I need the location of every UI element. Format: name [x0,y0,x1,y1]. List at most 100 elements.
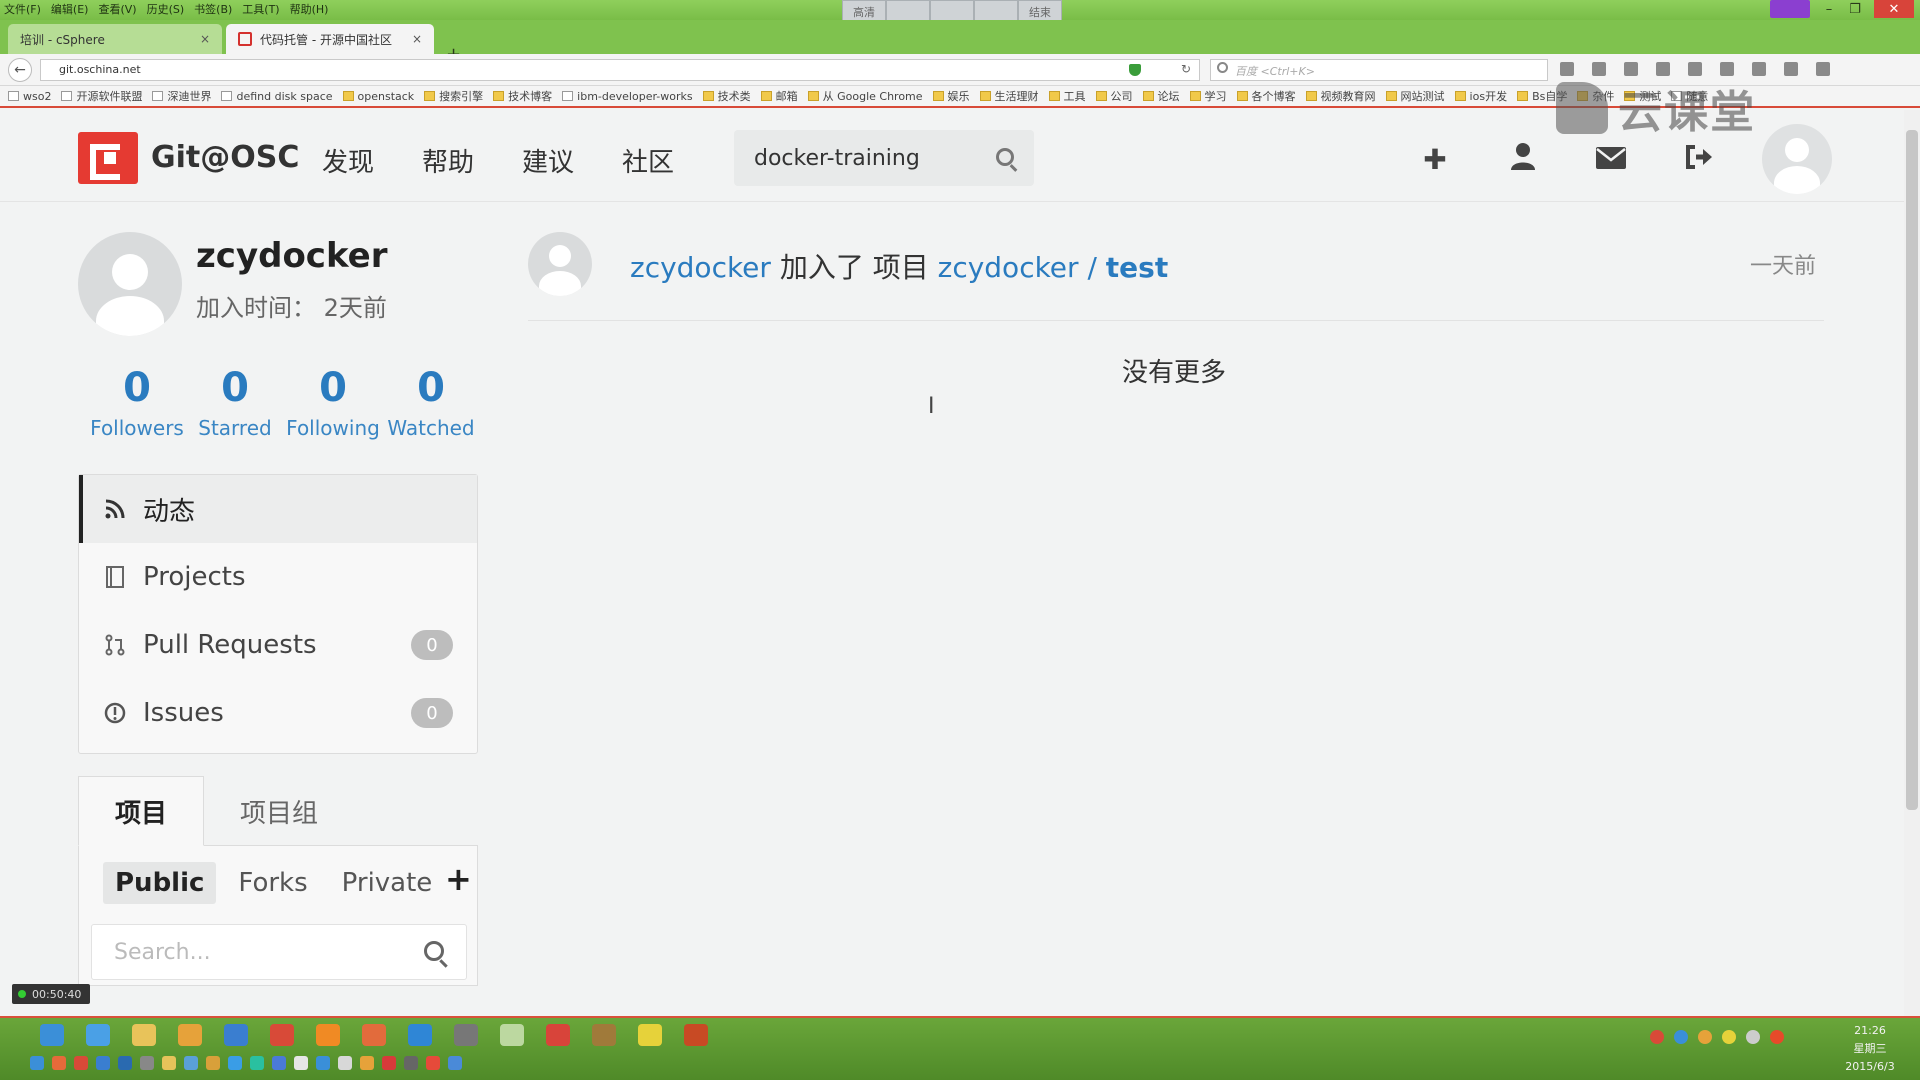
bookmark-folder[interactable]: 技术博客 [493,88,552,104]
user-icon[interactable] [1508,142,1538,177]
git-osc-logo-icon[interactable] [78,132,138,184]
quick-launch-icon[interactable] [250,1056,264,1070]
firefox-active-icon[interactable] [500,1024,524,1046]
search-icon[interactable] [424,941,444,961]
tab-projects[interactable]: 项目 [78,776,204,846]
tab-oschina[interactable]: 代码托管 - 开源中国社区 × [226,24,434,54]
firefox-icon[interactable] [316,1024,340,1046]
quick-launch-icon[interactable] [162,1056,176,1070]
quick-launch-icon[interactable] [228,1056,242,1070]
plus-icon[interactable]: ✚ [1420,143,1450,176]
app-icon[interactable] [454,1024,478,1046]
home-icon[interactable] [1656,62,1670,76]
feed-project-link[interactable]: test [1106,251,1168,284]
bookmark-folder[interactable]: 视频教育网 [1305,88,1376,104]
reload-icon[interactable]: ↻ [1181,62,1191,76]
feed-actor-link[interactable]: zcydocker [630,251,771,284]
ime-icon[interactable] [1770,1030,1784,1044]
quick-launch-icon[interactable] [360,1056,374,1070]
tab-project-groups[interactable]: 项目组 [204,776,354,846]
quick-launch-icon[interactable] [118,1056,132,1070]
bookmark-folder[interactable]: 娱乐 [932,88,970,104]
quick-launch-icon[interactable] [74,1056,88,1070]
stat-following[interactable]: 0 Following [284,360,382,440]
bookmark-folder[interactable]: 学习 [1189,88,1227,104]
crop-icon[interactable] [1784,62,1798,76]
menu-file[interactable]: 文件(F) [4,1,41,17]
bookmark-folder[interactable]: openstack [342,90,414,103]
extension-icon[interactable] [1770,0,1810,18]
quick-launch-icon[interactable] [316,1056,330,1070]
app-icon[interactable] [224,1024,248,1046]
tab-close-icon[interactable]: × [412,32,422,46]
nav-discover[interactable]: 发现 [322,142,374,179]
star-icon[interactable] [1560,62,1574,76]
maximize-icon[interactable]: ❐ [1848,2,1862,17]
stat-starred[interactable]: 0 Starred [186,360,284,440]
add-project-button[interactable]: + [445,860,472,898]
app-icon[interactable] [408,1024,432,1046]
bookmark-folder[interactable]: 网站测试 [1385,88,1445,104]
sign-out-icon[interactable] [1684,143,1714,176]
header-avatar[interactable] [1762,124,1832,194]
quick-launch-icon[interactable] [426,1056,440,1070]
address-bar[interactable]: git.oschina.net ↻ [40,59,1200,81]
nav-community[interactable]: 社区 [622,142,674,179]
site-search-input[interactable] [734,130,984,186]
project-search-input[interactable] [92,925,392,979]
undo-icon[interactable] [1752,62,1766,76]
nav-help[interactable]: 帮助 [422,142,474,179]
scrollbar-thumb[interactable] [1906,130,1918,810]
desktop-icon[interactable] [86,1024,110,1046]
app-icon[interactable] [638,1024,662,1046]
menu-view[interactable]: 查看(V) [98,1,136,17]
side-item-activity[interactable]: 动态 [79,475,477,543]
bookmark-item[interactable]: 开源软件联盟 [61,88,142,104]
quick-launch-icon[interactable] [140,1056,154,1070]
chat-icon[interactable] [1688,62,1702,76]
nav-suggest[interactable]: 建议 [522,142,574,179]
hamburger-menu-icon[interactable] [1816,62,1830,76]
quick-launch-icon[interactable] [448,1056,462,1070]
bookmark-folder[interactable]: 从 Google Chrome [807,88,923,104]
brand-name[interactable]: Git@OSC [151,140,299,175]
filter-private[interactable]: Private [330,862,445,904]
feed-avatar[interactable] [528,232,592,296]
quick-launch-icon[interactable] [30,1056,44,1070]
search-icon[interactable] [996,148,1014,166]
download-icon[interactable] [1624,62,1638,76]
quick-launch-icon[interactable] [206,1056,220,1070]
quick-launch-icon[interactable] [294,1056,308,1070]
chrome-icon[interactable] [178,1024,202,1046]
bookmark-folder[interactable]: ios开发 [1454,88,1507,104]
browser-search-box[interactable]: 百度 <Ctrl+K> [1210,59,1548,81]
app-icon[interactable] [546,1024,570,1046]
bookmark-folder[interactable]: 搜索引擎 [424,88,483,104]
stat-watched[interactable]: 0 Watched [382,360,480,440]
tray-icon[interactable] [1674,1030,1688,1044]
filter-public[interactable]: Public [103,862,217,904]
menu-bookmarks[interactable]: 书签(B) [194,1,232,17]
filter-forks[interactable]: Forks [226,862,319,904]
quick-launch-icon[interactable] [382,1056,396,1070]
bookmark-folder[interactable]: 技术类 [702,88,751,104]
bookmark-folder[interactable]: 公司 [1095,88,1133,104]
tab-close-icon[interactable]: × [200,32,210,46]
stat-followers[interactable]: 0 Followers [88,360,186,440]
quick-launch-icon[interactable] [184,1056,198,1070]
bookmark-item[interactable]: defind disk space [221,90,333,103]
app-icon[interactable] [592,1024,616,1046]
tray-icon[interactable] [1722,1030,1736,1044]
menu-tools[interactable]: 工具(T) [242,1,279,17]
quick-launch-icon[interactable] [272,1056,286,1070]
menu-history[interactable]: 历史(S) [147,1,185,17]
ie-icon[interactable] [40,1024,64,1046]
bookmark-item[interactable]: 深迪世界 [152,88,211,104]
quick-launch-icon[interactable] [52,1056,66,1070]
app-icon[interactable] [684,1024,708,1046]
close-window-icon[interactable]: ✕ [1874,0,1914,18]
envelope-icon[interactable] [1596,143,1626,176]
bookmark-item[interactable]: wso2 [8,90,51,103]
clipboard-icon[interactable] [1592,62,1606,76]
bookmark-folder[interactable]: 工具 [1048,88,1086,104]
